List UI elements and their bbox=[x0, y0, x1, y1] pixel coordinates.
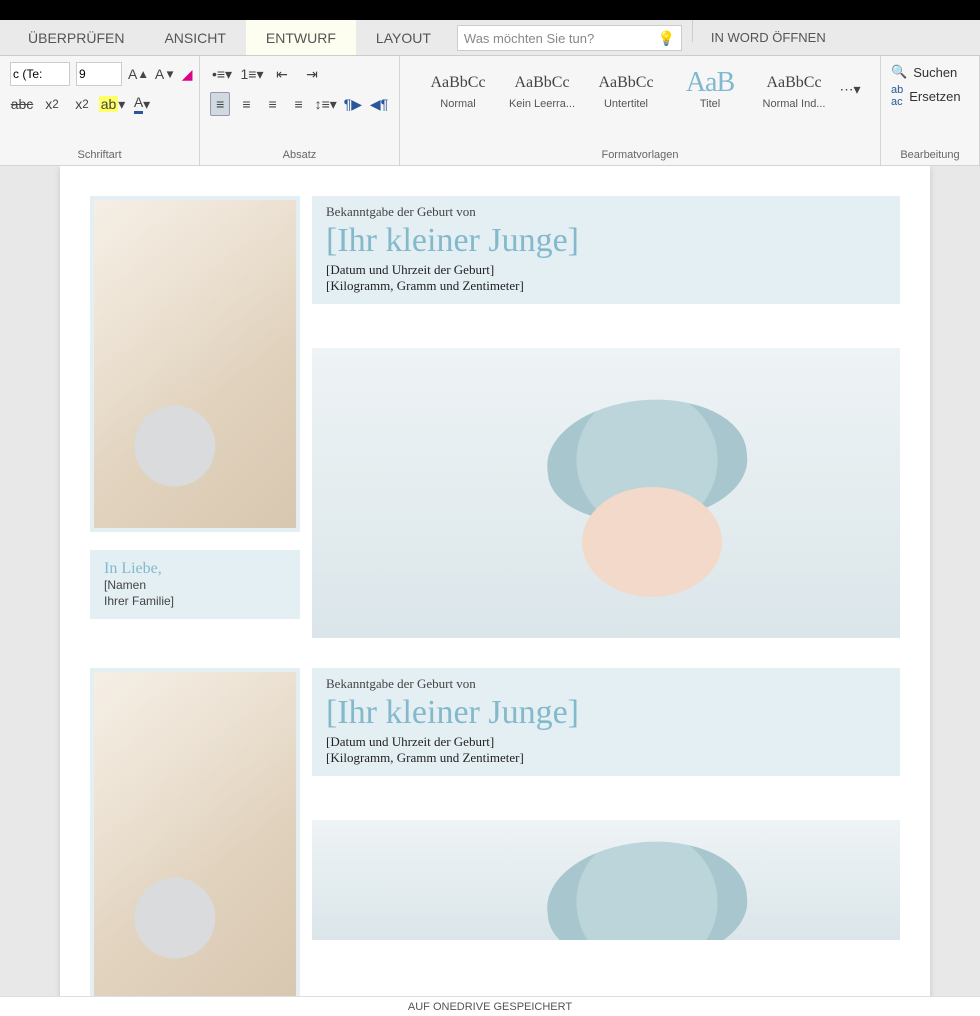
font-name-combo[interactable] bbox=[10, 62, 70, 86]
subscript-button[interactable]: x2 bbox=[40, 92, 64, 116]
style-normal-indent[interactable]: AaBbCc Normal Ind... bbox=[754, 66, 834, 112]
tab-design[interactable]: ENTWURF bbox=[246, 20, 356, 55]
numbering-button[interactable]: 1≡▾ bbox=[240, 62, 264, 86]
clear-format-button[interactable]: ◢ bbox=[182, 62, 193, 86]
status-text: AUF ONEDRIVE GESPEICHERT bbox=[408, 1001, 572, 1013]
title-bar bbox=[0, 0, 980, 20]
font-color-button[interactable]: A▾ bbox=[130, 92, 154, 116]
styles-more-button[interactable]: ⋯▾ bbox=[838, 77, 862, 101]
style-sample: AaBbCc bbox=[588, 68, 664, 98]
document-canvas[interactable]: In Liebe, [Namen Ihrer Familie] Bekanntg… bbox=[0, 166, 980, 1006]
announcement-card-1: In Liebe, [Namen Ihrer Familie] Bekanntg… bbox=[90, 196, 900, 638]
group-label-styles: Formatvorlagen bbox=[410, 147, 870, 163]
announce-title: [Ihr kleiner Junge] bbox=[326, 222, 886, 260]
align-center-button[interactable]: ≡ bbox=[236, 92, 256, 116]
grow-font-button[interactable]: A▲ bbox=[128, 62, 149, 86]
style-title[interactable]: AaB Titel bbox=[670, 66, 750, 112]
binoculars-icon: 🔍 bbox=[891, 64, 907, 80]
group-label-font: Schriftart bbox=[10, 147, 189, 163]
style-sample: AaBbCc bbox=[420, 68, 496, 98]
group-label-editing: Bearbeitung bbox=[891, 147, 969, 163]
baby-image[interactable] bbox=[312, 348, 900, 638]
style-normal[interactable]: AaBbCc Normal bbox=[418, 66, 498, 112]
styles-gallery: AaBbCc Normal AaBbCc Kein Leerra... AaBb… bbox=[410, 62, 870, 112]
announce-header[interactable]: Bekanntgabe der Geburt von [Ihr kleiner … bbox=[312, 668, 900, 776]
shrink-font-button[interactable]: A▼ bbox=[155, 62, 176, 86]
tab-view[interactable]: ANSICHT bbox=[144, 20, 245, 55]
announcement-card-2: Bekanntgabe der Geburt von [Ihr kleiner … bbox=[90, 668, 900, 1004]
line-spacing-button[interactable]: ↕≡▾ bbox=[315, 92, 337, 116]
find-label: Suchen bbox=[913, 65, 957, 80]
tell-me-placeholder: Was möchten Sie tun? bbox=[464, 31, 594, 46]
align-right-button[interactable]: ≡ bbox=[262, 92, 282, 116]
page-1[interactable]: In Liebe, [Namen Ihrer Familie] Bekanntg… bbox=[60, 166, 930, 1006]
group-label-paragraph: Absatz bbox=[210, 147, 389, 163]
increase-indent-button[interactable]: ⇥ bbox=[300, 62, 324, 86]
tell-me-search[interactable]: Was möchten Sie tun? 💡 bbox=[457, 25, 682, 51]
style-sample: AaBbCc bbox=[756, 68, 832, 98]
tab-review[interactable]: ÜBERPRÜFEN bbox=[8, 20, 144, 55]
ltr-button[interactable]: ¶▶ bbox=[343, 92, 363, 116]
open-in-word-link[interactable]: IN WORD ÖFFNEN bbox=[697, 20, 840, 55]
announce-line2: [Kilogramm, Gramm und Zentimeter] bbox=[326, 278, 886, 294]
replace-icon: abac bbox=[891, 84, 903, 108]
find-button[interactable]: 🔍 Suchen bbox=[891, 64, 969, 80]
justify-button[interactable]: ≡ bbox=[289, 92, 309, 116]
group-font: A▲ A▼ ◢ abc x2 x2 ab▾ A▾ Schriftart bbox=[0, 56, 200, 165]
group-editing: 🔍 Suchen abac Ersetzen Bearbeitung bbox=[881, 56, 980, 165]
decrease-indent-button[interactable]: ⇤ bbox=[270, 62, 294, 86]
strikethrough-button[interactable]: abc bbox=[10, 92, 34, 116]
group-paragraph: •≡▾ 1≡▾ ⇤ ⇥ ≡ ≡ ≡ ≡ ↕≡▾ ¶▶ ◀¶ Absatz bbox=[200, 56, 400, 165]
baby-hat-shape bbox=[542, 833, 752, 940]
style-label: Kein Leerra... bbox=[504, 98, 580, 110]
family-line1: [Namen bbox=[104, 578, 286, 594]
align-left-button[interactable]: ≡ bbox=[210, 92, 230, 116]
group-styles: AaBbCc Normal AaBbCc Kein Leerra... AaBb… bbox=[400, 56, 881, 165]
announce-pretext: Bekanntgabe der Geburt von bbox=[326, 676, 886, 692]
announce-line1: [Datum und Uhrzeit der Geburt] bbox=[326, 262, 886, 278]
announce-line1: [Datum und Uhrzeit der Geburt] bbox=[326, 734, 886, 750]
rtl-button[interactable]: ◀¶ bbox=[369, 92, 389, 116]
replace-label: Ersetzen bbox=[909, 89, 960, 104]
style-subtitle[interactable]: AaBbCc Untertitel bbox=[586, 66, 666, 112]
replace-button[interactable]: abac Ersetzen bbox=[891, 84, 969, 108]
style-label: Normal bbox=[420, 98, 496, 110]
highlight-button[interactable]: ab▾ bbox=[100, 92, 124, 116]
image-frame-small[interactable] bbox=[90, 196, 300, 532]
ribbon-tabs: ÜBERPRÜFEN ANSICHT ENTWURF LAYOUT Was mö… bbox=[0, 20, 980, 56]
baby-image[interactable] bbox=[312, 820, 900, 940]
status-bar: AUF ONEDRIVE GESPEICHERT bbox=[0, 996, 980, 1016]
image-frame-small[interactable] bbox=[90, 668, 300, 1004]
style-label: Untertitel bbox=[588, 98, 664, 110]
style-sample: AaBbCc bbox=[504, 68, 580, 98]
announce-line2: [Kilogramm, Gramm und Zentimeter] bbox=[326, 750, 886, 766]
font-size-combo[interactable] bbox=[76, 62, 122, 86]
love-heading: In Liebe, bbox=[104, 560, 286, 578]
family-line2: Ihrer Familie] bbox=[104, 594, 286, 610]
announce-title: [Ihr kleiner Junge] bbox=[326, 694, 886, 732]
style-no-spacing[interactable]: AaBbCc Kein Leerra... bbox=[502, 66, 582, 112]
style-label: Titel bbox=[672, 98, 748, 110]
baby-face-shape bbox=[582, 487, 722, 597]
lightbulb-icon: 💡 bbox=[657, 30, 674, 47]
pacifier-image bbox=[94, 672, 296, 1000]
style-label: Normal Ind... bbox=[756, 98, 832, 110]
love-box[interactable]: In Liebe, [Namen Ihrer Familie] bbox=[90, 550, 300, 619]
bullets-button[interactable]: •≡▾ bbox=[210, 62, 234, 86]
tab-layout[interactable]: LAYOUT bbox=[356, 20, 451, 55]
announce-pretext: Bekanntgabe der Geburt von bbox=[326, 204, 886, 220]
separator bbox=[692, 20, 693, 42]
superscript-button[interactable]: x2 bbox=[70, 92, 94, 116]
style-sample: AaB bbox=[672, 68, 748, 98]
ribbon: A▲ A▼ ◢ abc x2 x2 ab▾ A▾ Schriftart •≡▾ … bbox=[0, 56, 980, 166]
announce-header[interactable]: Bekanntgabe der Geburt von [Ihr kleiner … bbox=[312, 196, 900, 304]
pacifier-image bbox=[94, 200, 296, 528]
